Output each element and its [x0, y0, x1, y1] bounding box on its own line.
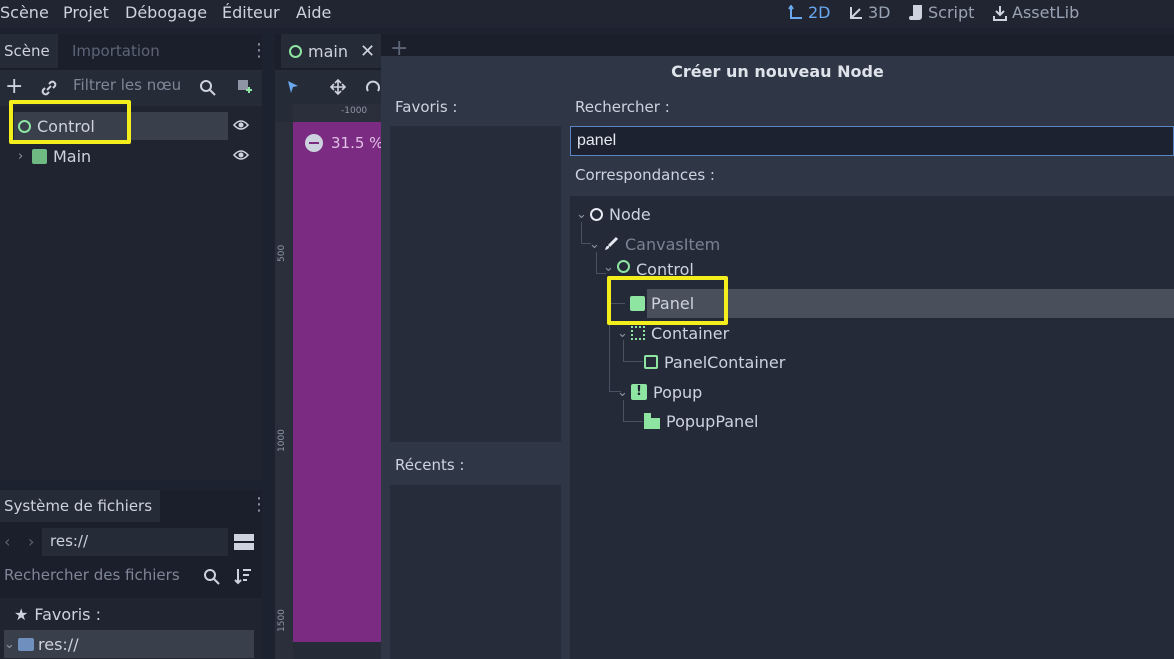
instance-link-icon[interactable] [40, 79, 58, 97]
horizontal-ruler: -1000 [293, 104, 381, 122]
popup-icon: ! [631, 384, 647, 400]
expand-arrow-icon[interactable]: ⌄ [617, 385, 631, 400]
zoom-control: 31.5 % [305, 134, 383, 152]
menu-project[interactable]: Projet [63, 3, 109, 22]
match-canvasitem[interactable]: ⌄ CanvasItem [589, 230, 720, 258]
match-panelcontainer[interactable]: PanelContainer [644, 348, 785, 376]
matches-label: Correspondances : [575, 166, 715, 184]
node-search-input[interactable] [570, 126, 1174, 156]
tab-import[interactable]: Importation [68, 34, 168, 68]
filesystem-path-input[interactable]: res:// [42, 528, 228, 556]
control-node-rect [293, 122, 381, 642]
mainscreen-2d-label: 2D [808, 3, 831, 22]
filesystem-dock-menu-icon[interactable]: ⋮ [250, 494, 268, 515]
scene-filter-input[interactable]: Filtrer les nœu [73, 76, 223, 100]
move-tool-icon[interactable] [330, 79, 346, 95]
favorites-label: Favoris : [395, 98, 458, 116]
zoom-out-icon[interactable] [305, 134, 323, 152]
match-node-label: Node [609, 204, 651, 224]
vertical-ruler: 500 1000 1500 [275, 122, 293, 659]
filesystem-dock-title[interactable]: Système de fichiers [0, 490, 160, 522]
filesystem-res-label: res:// [38, 634, 79, 654]
ruler-mark: 500 [277, 244, 287, 262]
tab-main-scene-label: main [308, 41, 348, 61]
mainscreen-assetlib-button[interactable]: AssetLib [992, 3, 1079, 22]
expand-arrow-icon[interactable]: › [18, 149, 32, 164]
back-arrow-icon[interactable]: ‹ [4, 532, 10, 551]
folder-icon [18, 637, 34, 651]
menu-editor[interactable]: Éditeur [222, 3, 280, 22]
match-popuppanel[interactable]: PopupPanel [644, 407, 758, 435]
filesystem-favorites-item[interactable]: ★ Favoris : [14, 600, 254, 628]
mainscreen-script-button[interactable]: Script [908, 3, 974, 22]
panel-icon [32, 148, 47, 164]
panelcontainer-icon [644, 355, 658, 369]
ruler-mark: 1500 [277, 609, 287, 632]
match-canvasitem-label: CanvasItem [625, 234, 721, 254]
rotate-tool-icon[interactable] [365, 79, 381, 95]
popuppanel-icon [644, 413, 660, 429]
search-label: Rechercher : [575, 98, 670, 116]
star-icon: ★ [14, 604, 29, 624]
recent-label: Récents : [395, 456, 465, 474]
ruler-mark: 1000 [277, 429, 287, 452]
control-icon [289, 44, 302, 58]
add-node-icon[interactable]: + [5, 74, 23, 99]
split-view-icon[interactable] [234, 533, 254, 551]
highlight-box-scene-control [9, 100, 131, 144]
script-icon [909, 4, 922, 20]
control-icon [617, 260, 630, 273]
match-node[interactable]: ⌄ Node [576, 200, 651, 228]
attach-script-icon[interactable] [234, 78, 254, 98]
match-popup-label: Popup [653, 382, 703, 402]
filesystem-res-item[interactable]: ⌄ res:// [4, 630, 254, 658]
2d-icon [788, 4, 802, 19]
scene-node-main-label: Main [53, 146, 92, 166]
menu-debug[interactable]: Débogage [125, 3, 207, 22]
favorites-list[interactable] [390, 126, 561, 442]
expand-arrow-icon[interactable]: ⌄ [617, 326, 631, 341]
visibility-eye-icon[interactable] [233, 149, 249, 161]
tab-main-scene[interactable]: main ✕ [281, 34, 381, 68]
zoom-level[interactable]: 31.5 % [331, 134, 383, 152]
search-icon [204, 569, 220, 585]
menu-help[interactable]: Aide [296, 3, 331, 22]
assetlib-icon [993, 5, 1007, 21]
scene-node-main[interactable]: › Main [18, 142, 228, 170]
sort-icon[interactable] [234, 567, 252, 585]
mainscreen-script-label: Script [928, 3, 975, 22]
recent-list[interactable] [390, 485, 561, 659]
expand-arrow-icon[interactable]: ⌄ [576, 207, 590, 222]
mainscreen-3d-label: 3D [868, 3, 891, 22]
match-panelcontainer-label: PanelContainer [664, 352, 786, 372]
menu-scene[interactable]: Scène [0, 3, 49, 22]
node-icon [590, 207, 603, 221]
menu-bar: Scène Projet Débogage Éditeur Aide 2D 3D… [0, 0, 1174, 28]
match-container-label: Container [651, 323, 730, 343]
forward-arrow-icon[interactable]: › [28, 532, 34, 551]
expand-arrow-icon[interactable]: ⌄ [4, 637, 18, 652]
close-icon[interactable]: ✕ [360, 41, 375, 62]
filesystem-search-input[interactable]: Rechercher des fichiers [0, 562, 228, 590]
select-tool-icon[interactable] [287, 80, 299, 94]
visibility-eye-icon[interactable] [233, 119, 249, 131]
scene-dock-tabs: Scène Importation ⋮ [0, 34, 268, 68]
mainscreen-assetlib-label: AssetLib [1012, 3, 1080, 22]
tab-scene[interactable]: Scène [0, 34, 58, 68]
highlight-box-panel-match [607, 276, 728, 325]
filesystem-favorites-label: Favoris : [34, 604, 101, 624]
3d-icon [850, 6, 862, 19]
canvasitem-icon [605, 236, 619, 250]
expand-arrow-icon[interactable]: ⌄ [603, 260, 617, 275]
mainscreen-3d-button[interactable]: 3D [848, 3, 891, 22]
expand-arrow-icon[interactable]: ⌄ [589, 237, 603, 252]
dialog-title: Créer un nouveau Node [671, 62, 884, 81]
match-popup[interactable]: ⌄ ! Popup [617, 378, 702, 406]
container-icon [631, 326, 645, 340]
mainscreen-2d-button[interactable]: 2D [788, 3, 831, 22]
match-popuppanel-label: PopupPanel [666, 411, 759, 431]
scene-dock-menu-icon[interactable]: ⋮ [250, 40, 268, 61]
ruler-mark: -1000 [341, 106, 368, 116]
